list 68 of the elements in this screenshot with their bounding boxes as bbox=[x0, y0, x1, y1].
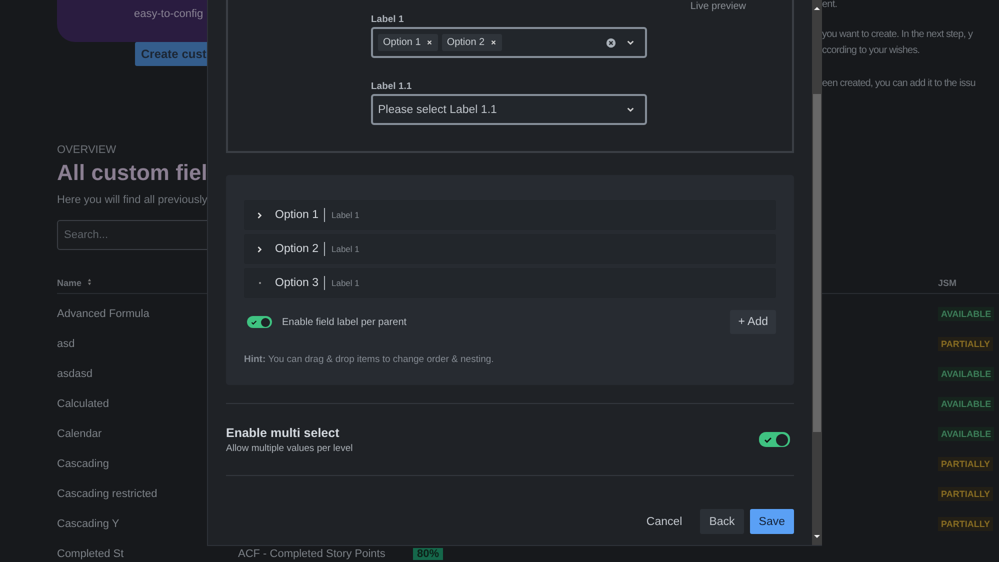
table-cell: ACF - Completed Story Points bbox=[238, 548, 386, 560]
status-badge: PARTIALLY bbox=[938, 487, 994, 501]
column-header[interactable]: Name bbox=[57, 278, 82, 288]
chevron-down-icon[interactable] bbox=[626, 40, 635, 46]
scroll-up-icon[interactable] bbox=[812, 4, 822, 12]
multi-select-field[interactable]: Option 1 Option 2 bbox=[371, 27, 647, 58]
status-badge: AVAILABLE bbox=[938, 367, 994, 381]
field-label: Label 1 bbox=[371, 14, 405, 25]
option-label: Option 2 bbox=[275, 243, 318, 255]
scroll-down-icon[interactable] bbox=[812, 533, 822, 541]
sort-icon[interactable] bbox=[86, 278, 92, 286]
table-cell: Advanced Formula bbox=[57, 308, 150, 320]
table-cell: Cascading restricted bbox=[57, 488, 158, 500]
table-cell: asdasd bbox=[57, 368, 92, 380]
tree-item[interactable]: Option 2 Label 1 bbox=[244, 234, 776, 264]
status-badge: AVAILABLE bbox=[938, 427, 994, 441]
remove-icon[interactable] bbox=[490, 39, 497, 46]
hint-text: Hint: You can drag & drop items to change order & nesting. bbox=[244, 354, 495, 365]
add-button[interactable]: + Add bbox=[730, 310, 776, 334]
column-header: JSM bbox=[938, 278, 957, 288]
status-badge: AVAILABLE bbox=[938, 397, 994, 411]
scrollbar[interactable] bbox=[812, 0, 822, 545]
tree-item[interactable]: Option 1 Label 1 bbox=[244, 200, 776, 230]
selected-chip: Option 1 bbox=[378, 34, 438, 51]
table-cell: asd bbox=[57, 338, 75, 350]
status-badge: PARTIALLY bbox=[938, 337, 994, 351]
selected-chip: Option 2 bbox=[442, 34, 502, 51]
setting-title: Enable multi select bbox=[226, 426, 340, 440]
intro-text: een created, you can add it to the issu bbox=[822, 77, 976, 91]
level-label: Label 1 bbox=[331, 210, 360, 220]
toggle-switch[interactable] bbox=[247, 316, 272, 328]
percent-badge: 80% bbox=[413, 548, 444, 560]
chevron-down-icon[interactable] bbox=[626, 106, 635, 112]
status-badge: PARTIALLY bbox=[938, 517, 994, 531]
clear-icon[interactable] bbox=[606, 38, 616, 48]
status-badge: PARTIALLY bbox=[938, 457, 994, 471]
toggle-switch[interactable] bbox=[759, 432, 790, 447]
dialog-button[interactable]: Cancel bbox=[637, 509, 692, 534]
intro-text: you want to create. In the next step, y bbox=[822, 28, 974, 42]
tree-item[interactable]: Option 3 Label 1 bbox=[244, 268, 776, 298]
option-label: Option 3 bbox=[275, 277, 318, 289]
table-cell: Calculated bbox=[57, 398, 109, 410]
banner-text: easy-to-config bbox=[134, 8, 204, 20]
check-icon bbox=[764, 436, 772, 442]
page-title: All custom fiel bbox=[57, 160, 208, 186]
field-label: Label 1.1 bbox=[371, 81, 413, 92]
option-label: Option 1 bbox=[275, 209, 318, 221]
intro-text: ccording to your wishes. bbox=[822, 44, 921, 58]
table-cell: Cascading Y bbox=[57, 518, 120, 530]
page-description: Here you will find all previously bbox=[57, 194, 208, 206]
toggle-label: Enable field label per parent bbox=[282, 316, 407, 328]
section-eyebrow: OVERVIEW bbox=[57, 144, 118, 156]
level-label: Label 1 bbox=[331, 278, 360, 288]
status-badge: AVAILABLE bbox=[938, 307, 994, 321]
level-label: Label 1 bbox=[331, 244, 360, 254]
chevron-right-icon[interactable] bbox=[257, 246, 262, 252]
dialog-button[interactable]: Back bbox=[700, 509, 744, 534]
chevron-right-icon[interactable] bbox=[257, 212, 262, 218]
select-field[interactable]: Please select Label 1.1 bbox=[371, 94, 647, 125]
setting-description: Allow multiple values per level bbox=[226, 442, 353, 454]
dialog-button[interactable]: Save bbox=[750, 509, 794, 534]
remove-icon[interactable] bbox=[426, 39, 433, 46]
table-cell: Completed St bbox=[57, 548, 124, 560]
intro-text: ent. bbox=[822, 0, 838, 12]
table-cell: Calendar bbox=[57, 428, 102, 440]
preview-label: Live preview bbox=[690, 1, 746, 12]
check-icon bbox=[251, 320, 257, 324]
table-cell: Cascading bbox=[57, 458, 109, 470]
